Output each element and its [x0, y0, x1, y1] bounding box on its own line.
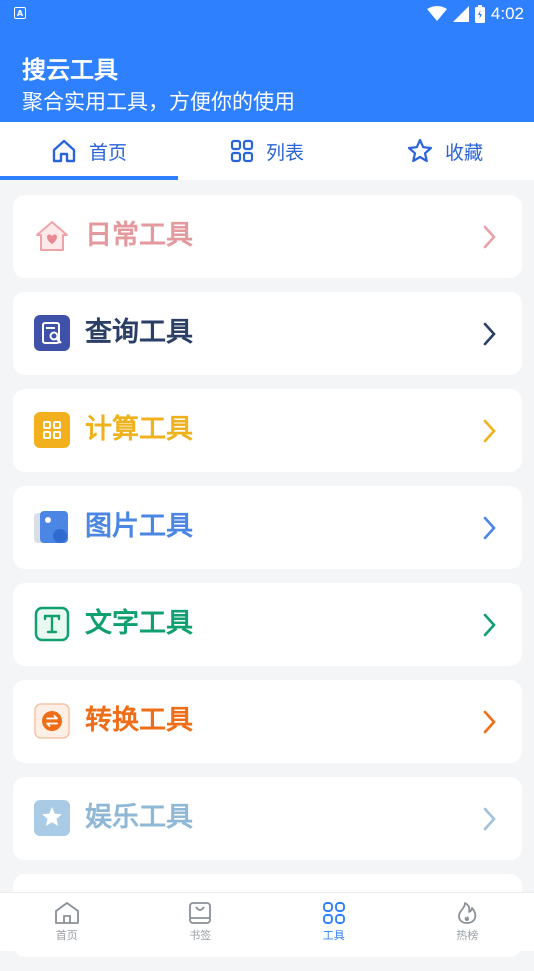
chevron-right-icon [482, 805, 498, 833]
nav-tools[interactable]: 工具 [267, 893, 401, 951]
app-subtitle: 聚合实用工具，方便你的使用 [22, 86, 295, 116]
nav-home-label: 首页 [56, 927, 78, 943]
chevron-right-icon [482, 417, 498, 445]
category-fun-tools[interactable]: 娱乐工具 [13, 777, 522, 860]
nav-home[interactable]: 首页 [0, 893, 134, 951]
category-image-tools[interactable]: 图片工具 [13, 486, 522, 569]
chevron-right-icon [482, 223, 498, 251]
tab-home-label: 首页 [89, 138, 127, 165]
chevron-right-icon [482, 611, 498, 639]
search-document-icon [34, 315, 70, 351]
notification-icon: A [14, 7, 26, 19]
category-label: 日常工具 [85, 218, 193, 254]
active-tab-indicator [0, 176, 178, 180]
app-header: 搜云工具 聚合实用工具，方便你的使用 [0, 28, 534, 122]
category-label: 图片工具 [85, 509, 193, 545]
convert-icon [34, 703, 70, 739]
star-icon [407, 138, 433, 164]
image-icon [34, 509, 70, 545]
category-daily-tools[interactable]: 日常工具 [13, 195, 522, 278]
category-convert-tools[interactable]: 转换工具 [13, 680, 522, 763]
category-list: 日常工具 查询工具 计算工具 图片工具 文字工具 转换工具 娱乐工具 [13, 195, 522, 971]
grid-icon [230, 139, 254, 163]
tab-favorites-label: 收藏 [445, 138, 483, 165]
status-time: 4:02 [491, 4, 524, 24]
nav-bookmarks-label: 书签 [189, 927, 211, 943]
category-text-tools[interactable]: 文字工具 [13, 583, 522, 666]
status-icons: 4:02 [427, 4, 524, 24]
tab-favorites[interactable]: 收藏 [356, 122, 534, 180]
top-tabs: 首页 列表 收藏 [0, 122, 534, 180]
bookmark-bag-icon [188, 901, 212, 925]
bottom-nav: 首页 书签 工具 热榜 [0, 892, 534, 951]
wifi-icon [427, 6, 447, 22]
home-icon [54, 901, 80, 925]
status-bar: A 4:02 [0, 0, 534, 28]
category-calc-tools[interactable]: 计算工具 [13, 389, 522, 472]
text-icon [34, 606, 70, 642]
battery-icon [475, 5, 485, 23]
grid-icon [322, 901, 346, 925]
tab-home[interactable]: 首页 [0, 122, 178, 180]
home-icon [51, 138, 77, 164]
nav-hot[interactable]: 热榜 [401, 893, 534, 951]
flame-icon [456, 901, 478, 925]
category-label: 计算工具 [85, 412, 193, 448]
category-label: 文字工具 [85, 606, 193, 642]
app-title: 搜云工具 [22, 50, 118, 85]
nav-bookmarks[interactable]: 书签 [134, 893, 268, 951]
category-label: 查询工具 [85, 315, 193, 351]
house-heart-icon [34, 218, 70, 254]
star-badge-icon [34, 800, 70, 836]
nav-tools-label: 工具 [323, 927, 345, 943]
chevron-right-icon [482, 514, 498, 542]
tab-list-label: 列表 [266, 138, 304, 165]
category-label: 转换工具 [85, 703, 193, 739]
chevron-right-icon [482, 320, 498, 348]
category-label: 娱乐工具 [85, 800, 193, 836]
chevron-right-icon [482, 708, 498, 736]
calculator-icon [34, 412, 70, 448]
tab-list[interactable]: 列表 [178, 122, 356, 180]
nav-hot-label: 热榜 [456, 927, 478, 943]
category-query-tools[interactable]: 查询工具 [13, 292, 522, 375]
signal-icon [453, 6, 469, 22]
